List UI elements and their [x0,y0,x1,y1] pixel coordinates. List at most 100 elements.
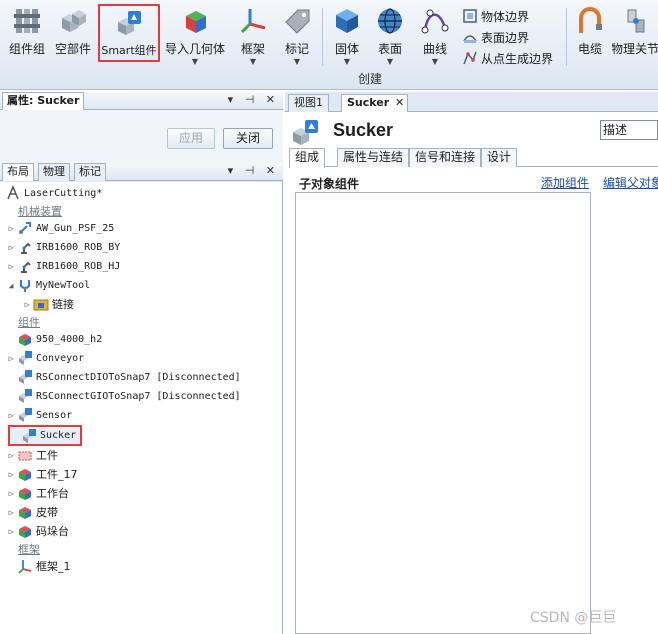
frame-icon [18,560,32,574]
tree-item[interactable]: 框架_1 [6,557,71,575]
apply-button[interactable]: 应用 [167,128,215,149]
tree-item[interactable]: ▷ 皮带 [6,503,58,521]
expand-icon: ▷ [8,507,14,517]
editor-sub-tabs: 组成 属性与连结 信号和连接 设计 [289,148,658,168]
edit-parent-link[interactable]: 编辑父对象 [603,174,658,191]
chevron-down-icon: ▼ [386,57,394,66]
expand-icon: ▷ [24,299,30,309]
smart-component-icon [19,408,32,422]
surface-border-label: 表面边界 [481,30,530,45]
tab-tags[interactable]: 标记 [74,163,106,181]
section-frames: 框架 [18,543,40,556]
curve-icon [421,9,449,34]
import-geometry-label: 导入几何体 [164,42,225,56]
close-button[interactable]: 关闭 [223,128,273,149]
tree-item[interactable]: RSConnectDIOToSnap7 [Disconnected] [6,368,241,386]
tree-item[interactable]: ▷ 工作台 [6,484,69,502]
tab-signals-connections[interactable]: 信号和连接 [409,148,482,167]
tab-physics[interactable]: 物理 [38,163,70,181]
tree-item[interactable]: ▷ 链接 [22,295,74,313]
ribbon-separator [322,8,323,66]
border-from-points-icon [463,51,477,65]
sub-objects-list[interactable] [295,192,591,634]
tree-item[interactable]: ▷ IRB1600_ROB_BY [6,238,120,256]
tree-item-sucker[interactable]: Sucker [8,425,83,446]
tab-design[interactable]: 设计 [481,148,518,167]
tree-item[interactable]: ◢ MyNewTool [6,276,90,294]
description-field[interactable]: 描述 [600,120,658,140]
surface-icon [378,8,402,34]
expand-icon: ▷ [8,242,14,252]
tree-item[interactable]: ▷ Sensor [6,406,72,424]
frame-button[interactable]: 框架 ▼ [236,4,270,66]
component-group-label: 组件组 [8,42,45,56]
left-panel: 属性: Sucker ▾ ⊣ ✕ 应用 关闭 布局 物理 标记 ▾ ⊣ ✕ La… [0,91,283,634]
tree-item[interactable]: ▷ 工件 [6,446,58,464]
curve-button[interactable]: 曲线 ▼ [418,4,452,66]
robot-icon [21,242,31,254]
tab-sucker[interactable]: Sucker ✕ [341,94,409,112]
expand-icon: ▷ [8,353,14,363]
watermark: CSDN @巨巨 [530,610,617,626]
smart-component-icon [118,11,141,35]
tab-properties-bindings[interactable]: 属性与连结 [337,148,410,167]
empty-part-button[interactable]: 空部件 [52,4,94,66]
tag-button[interactable]: 标记 ▼ [280,4,314,66]
body-border-icon [463,9,477,23]
solid-button[interactable]: 固体 ▼ [330,4,364,66]
tree-item[interactable]: ▷ 工件_17 [6,465,78,483]
surface-border-icon [463,35,477,43]
expand-icon: ▷ [8,410,14,420]
workpiece-icon [18,451,32,461]
section-components: 组件 [18,316,40,329]
collapse-icon: ◢ [8,280,14,290]
part-icon [19,488,31,500]
surface-button[interactable]: 表面 ▼ [372,4,408,66]
chevron-down-icon: ▼ [293,57,301,66]
smart-component-icon [19,389,32,403]
body-border-button[interactable]: 物体边界 [462,6,529,26]
component-group-button[interactable]: 组件组 [6,4,48,66]
pane-controls[interactable]: ▾ ⊣ ✕ [228,164,279,177]
cable-button[interactable]: 电缆 [572,4,608,66]
tree-item[interactable]: RSConnectGIOToSnap7 [Disconnected] [6,387,241,405]
tab-view1[interactable]: 视图1 [288,94,329,112]
tree-node-station[interactable]: LaserCutting* [4,184,102,202]
folder-icon [33,299,49,311]
tree-item[interactable]: ▷ AW_Gun_PSF_25 [6,219,114,237]
properties-pane-title: 属性: Sucker [2,91,85,110]
layout-tree: LaserCutting* 机械装置 ▷ AW_Gun_PSF_25 ▷ IRB16… [0,182,282,634]
tree-item[interactable]: ▷ 码垛台 [6,522,69,540]
expand-icon: ▷ [8,526,14,536]
layout-pane-tabs: 布局 物理 标记 ▾ ⊣ ✕ [0,163,283,181]
properties-pane-header: 属性: Sucker ▾ ⊣ ✕ [0,91,283,110]
expand-icon: ▷ [8,469,14,479]
add-component-link[interactable]: 添加组件 [541,174,589,191]
body-border-label: 物体边界 [481,9,530,24]
border-from-points-button[interactable]: 从点生成边界 [462,48,553,68]
curve-label: 曲线 [422,42,447,56]
import-geometry-button[interactable]: 导入几何体 ▼ [162,4,228,66]
border-from-points-label: 从点生成边界 [481,51,554,66]
solid-icon [336,9,358,33]
cable-icon [579,7,602,33]
pane-controls[interactable]: ▾ ⊣ ✕ [228,93,279,106]
surface-border-button[interactable]: 表面边界 [462,27,529,47]
tab-layout[interactable]: 布局 [2,163,34,181]
tree-item[interactable]: 950_4000_h2 [6,330,102,348]
physics-joint-label: 物理关节 [612,42,658,56]
close-icon[interactable]: ✕ [395,95,404,111]
tree-item[interactable]: ▷ IRB1600_ROB_HJ [6,257,120,275]
sub-objects-label: 子对象组件 [299,177,360,191]
part-icon [19,469,31,481]
expand-icon: ▷ [8,261,14,271]
part-icon [19,334,31,346]
expand-icon: ▷ [8,450,14,460]
empty-part-label: 空部件 [54,42,91,56]
tool-icon [19,222,31,234]
expand-icon: ▷ [8,223,14,233]
smart-component-button[interactable]: Smart组件 [98,4,160,62]
tab-composition[interactable]: 组成 [289,148,326,168]
physics-joint-button[interactable]: 物理关节 [612,4,658,66]
tree-item[interactable]: ▷ Conveyor [6,349,84,367]
